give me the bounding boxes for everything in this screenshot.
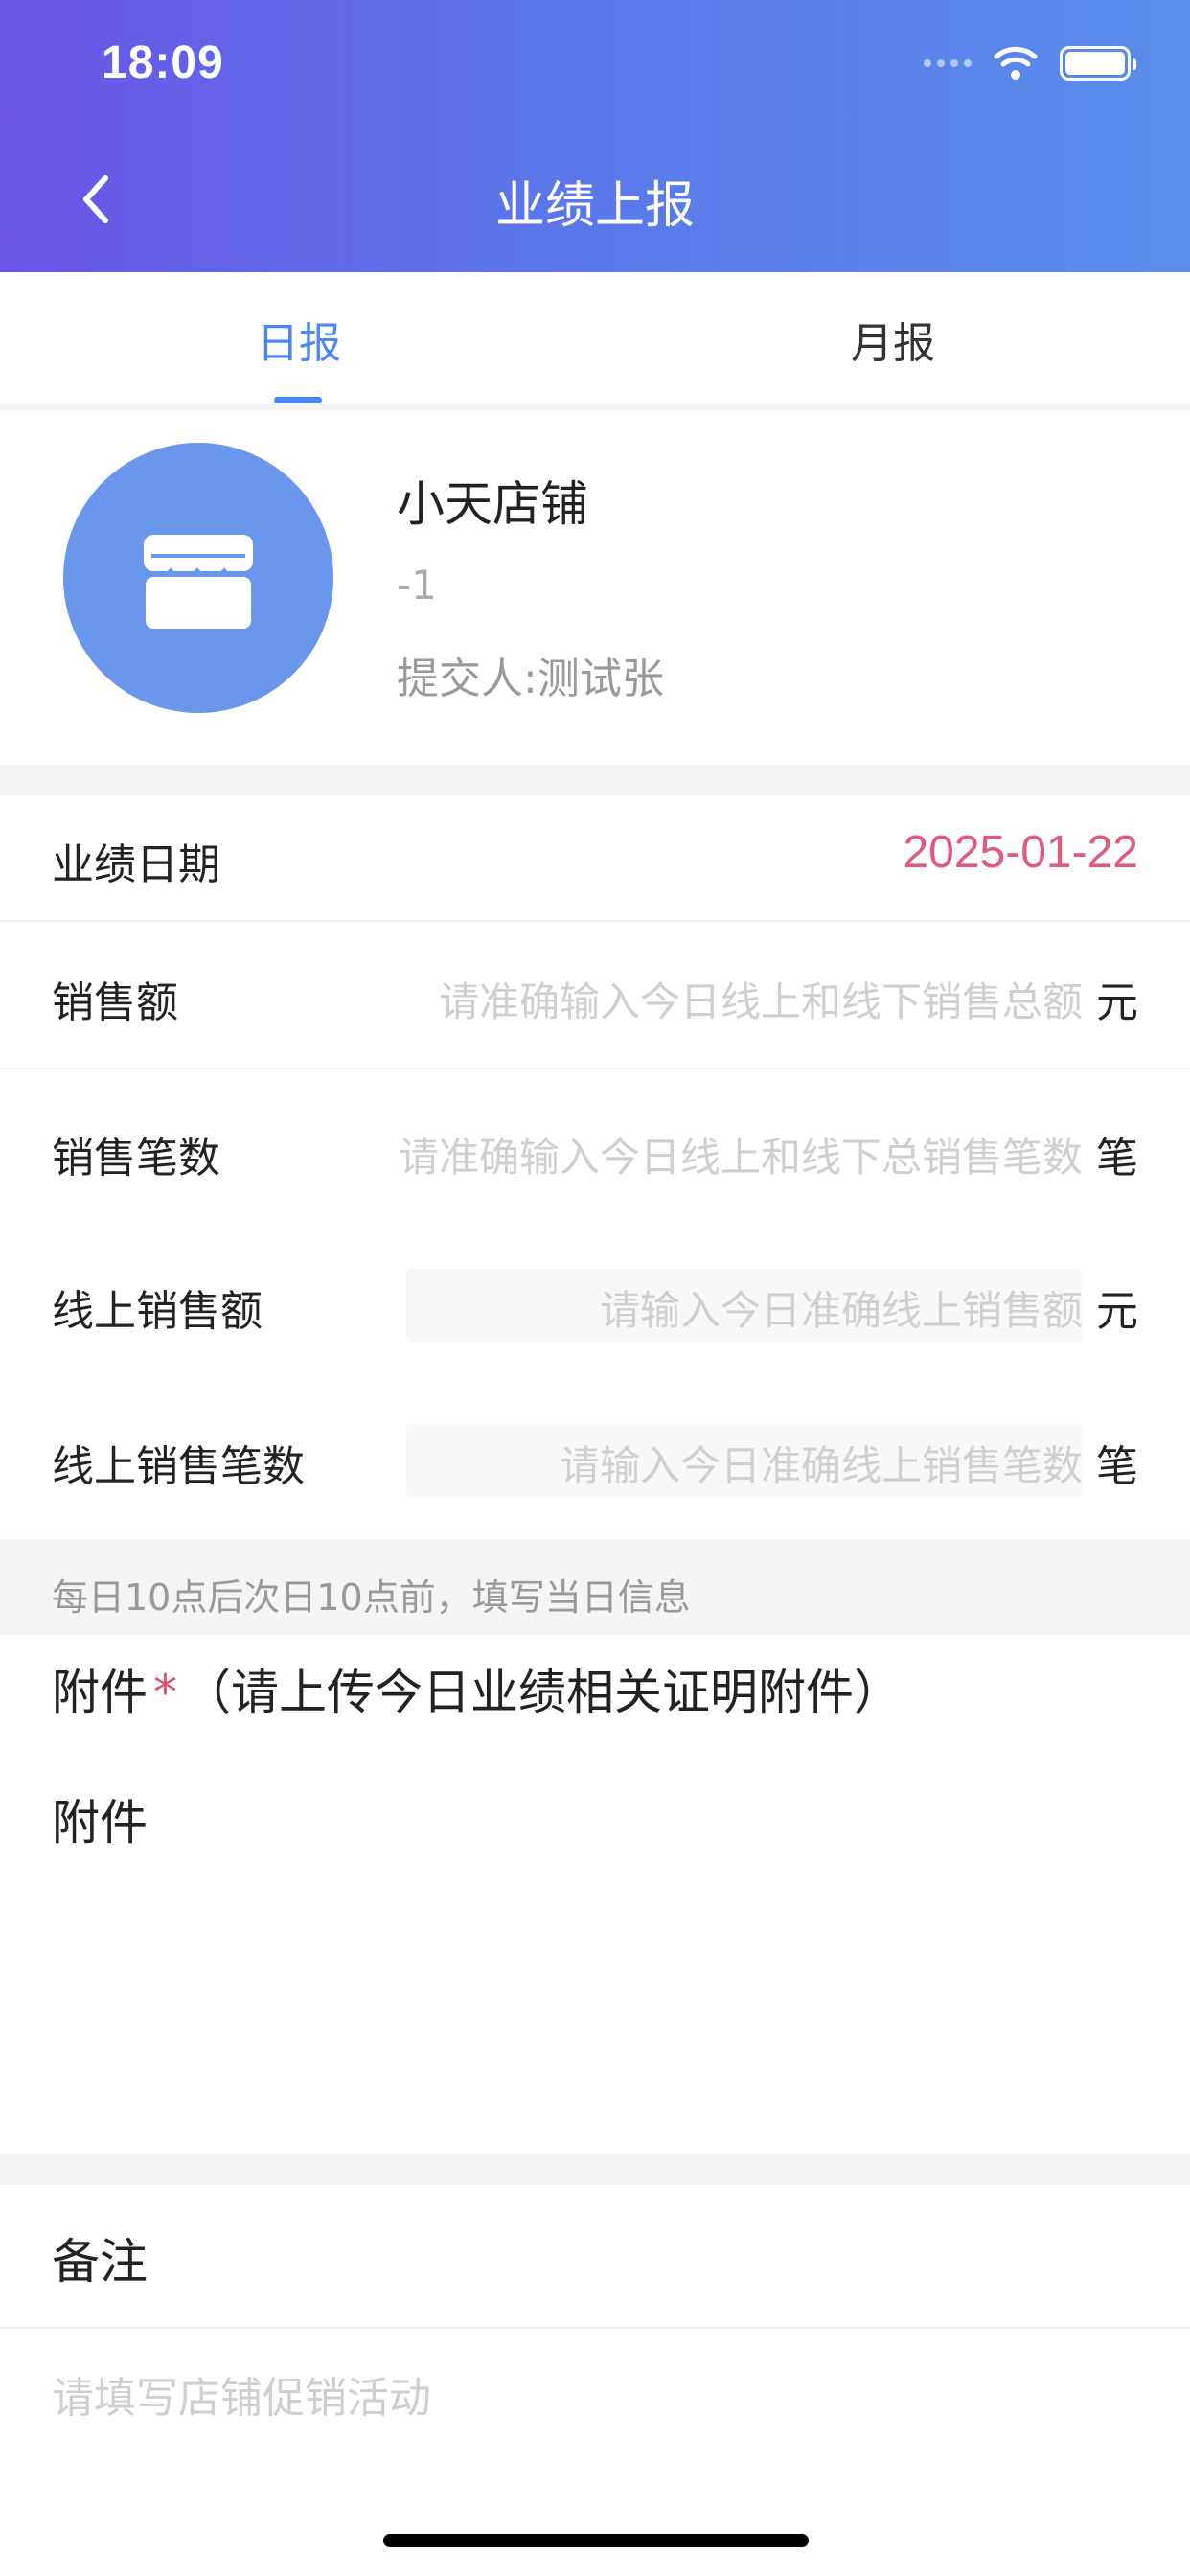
- online-amount-label: 线上销售额: [52, 1287, 263, 1336]
- store-card: 小天店铺 -1 提交人:测试张: [0, 410, 1190, 765]
- home-indicator: [383, 2534, 809, 2547]
- notice-text: 每日10点后次日10点前，填写当日信息: [52, 1576, 691, 1619]
- remark-title: 备注: [52, 2234, 148, 2289]
- sales-count-unit: 笔: [1096, 1134, 1138, 1183]
- attachment-title-text: 附件: [52, 1665, 148, 1720]
- signal-icon: [924, 59, 972, 67]
- sales-amount-label: 销售额: [52, 978, 178, 1027]
- attachment-label: 附件: [52, 1795, 148, 1851]
- sales-amount-row: 销售额 请准确输入今日线上和线下销售总额 元: [0, 922, 1190, 1068]
- store-submitter: 提交人:测试张: [397, 655, 664, 703]
- online-count-row: 线上销售笔数 请输入今日准确线上销售笔数 笔: [0, 1378, 1190, 1539]
- battery-icon: [1060, 46, 1136, 80]
- online-amount-unit: 元: [1096, 1287, 1138, 1336]
- online-amount-input[interactable]: 请输入今日准确线上销售额: [600, 1278, 1083, 1337]
- avatar: [63, 443, 333, 713]
- sales-count-input[interactable]: 请准确输入今日线上和线下总销售笔数: [399, 1125, 1083, 1184]
- tab-daily[interactable]: 日报: [257, 309, 341, 370]
- tab-bar: 日报 月报: [0, 272, 1190, 406]
- remark-input[interactable]: 请填写店铺促销活动: [52, 2363, 1138, 2478]
- wifi-icon: [994, 46, 1038, 80]
- online-count-label: 线上销售笔数: [52, 1442, 305, 1491]
- online-count-unit: 笔: [1096, 1442, 1138, 1491]
- notice-bar: 每日10点后次日10点前，填写当日信息: [0, 1539, 1190, 1635]
- divider: [0, 2327, 1190, 2329]
- status-time: 18:09: [102, 37, 224, 88]
- sales-amount-unit: 元: [1096, 978, 1138, 1027]
- store-subtitle: -1: [397, 562, 437, 609]
- attachment-upload-area[interactable]: [52, 1878, 1138, 2128]
- page-title: 业绩上报: [494, 177, 695, 235]
- attachment-hint: （请上传今日业绩相关证明附件）: [183, 1665, 902, 1720]
- store-icon: [142, 535, 255, 629]
- status-icons: [924, 44, 1136, 82]
- store-name: 小天店铺: [397, 476, 588, 532]
- tab-indicator: [274, 397, 322, 403]
- app-header: 18:09 业绩上报: [0, 0, 1190, 272]
- online-amount-row: 线上销售额 请输入今日准确线上销售额 元: [0, 1223, 1190, 1378]
- sales-amount-input[interactable]: 请准确输入今日线上和线下销售总额: [439, 970, 1083, 1028]
- date-label: 业绩日期: [52, 840, 220, 889]
- online-count-input[interactable]: 请输入今日准确线上销售笔数: [560, 1434, 1083, 1492]
- section-gap: [0, 2154, 1190, 2185]
- attachment-title: 附件 * （请上传今日业绩相关证明附件）: [52, 1654, 902, 1723]
- date-row[interactable]: 业绩日期 2025-01-22: [0, 795, 1190, 920]
- section-gap: [0, 765, 1190, 795]
- required-mark: *: [153, 1665, 177, 1720]
- sales-count-row: 销售笔数 请准确输入今日线上和线下总销售笔数 笔: [0, 1070, 1190, 1223]
- tab-monthly[interactable]: 月报: [851, 309, 935, 370]
- date-value[interactable]: 2025-01-22: [903, 826, 1138, 879]
- sales-count-label: 销售笔数: [52, 1134, 220, 1183]
